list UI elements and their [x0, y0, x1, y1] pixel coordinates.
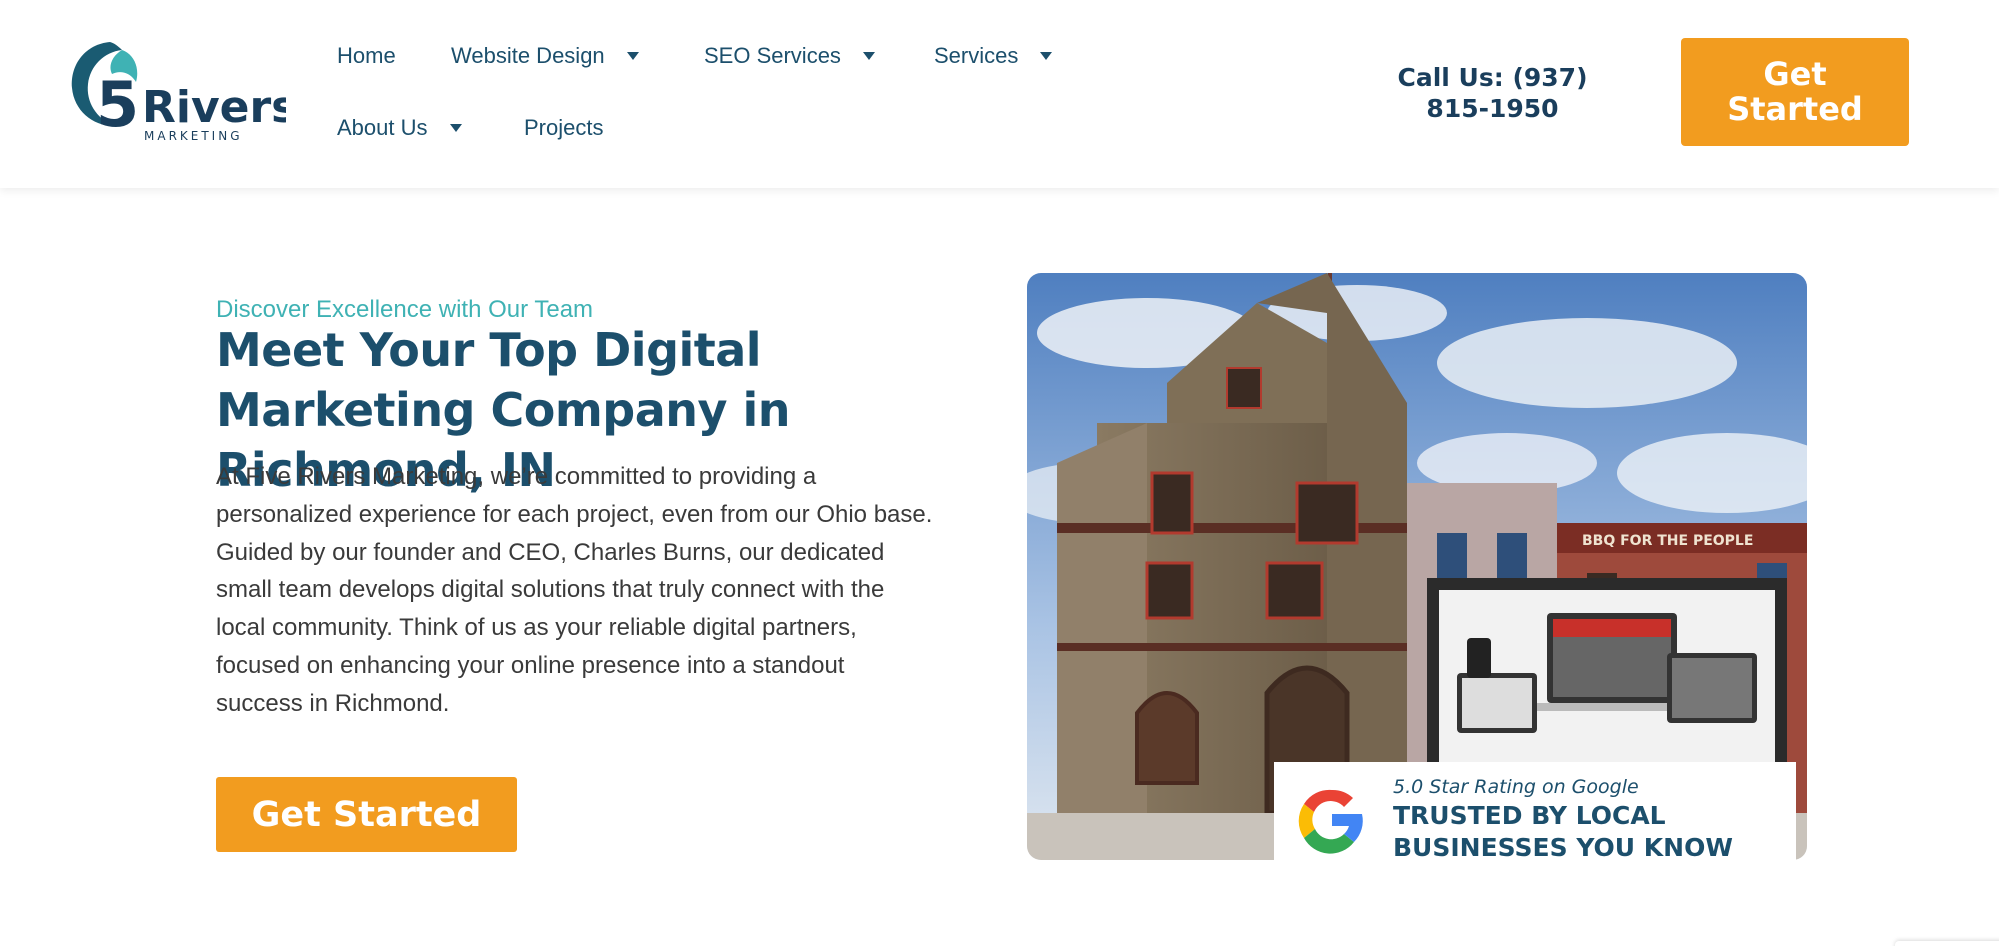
caret-down-icon: [626, 52, 639, 60]
nav-about-us[interactable]: About Us: [337, 115, 462, 141]
hero-body-line: local community. Think of us as your rel…: [216, 614, 857, 642]
hero-get-started-button[interactable]: Get Started: [216, 777, 517, 852]
header-cta-line2: Started: [1727, 90, 1863, 128]
hero-body-line: focused on enhancing your online presenc…: [216, 651, 845, 679]
nav-projects-label: Projects: [524, 115, 604, 140]
phone-number: 815-1950: [1426, 94, 1559, 123]
caret-down-icon: [449, 124, 462, 132]
hero-body-line: Guided by our founder and CEO, Charles B…: [216, 538, 885, 566]
hero-body-line: small team develops digital solutions th…: [216, 576, 885, 604]
svg-text:Rivers: Rivers: [142, 82, 286, 133]
caret-down-icon: [1040, 52, 1053, 60]
nav-seo-services-label: SEO Services: [704, 43, 841, 68]
nav-services-label: Services: [934, 43, 1019, 68]
google-rating-badge: 5.0 Star Rating on Google TRUSTED BY LOC…: [1274, 762, 1796, 862]
nav-website-design[interactable]: Website Design: [451, 43, 639, 69]
hero-body-line: success in Richmond.: [216, 689, 450, 717]
recaptcha-tab[interactable]: [1895, 941, 1999, 946]
logo-mark-icon: 5 Rivers MARKETING: [71, 42, 297, 143]
header-cta-line1: Get: [1763, 55, 1827, 93]
svg-text:MARKETING: MARKETING: [144, 129, 243, 142]
google-g-icon: [1298, 789, 1363, 854]
phone-area-code: (937): [1512, 63, 1588, 92]
trusted-line: BUSINESSES YOU KNOW: [1393, 833, 1733, 862]
nav-home[interactable]: Home: [337, 43, 396, 69]
rating-text: 5.0 Star Rating on Google: [1393, 776, 1639, 798]
nav-services[interactable]: Services: [934, 43, 1053, 69]
svg-text:5: 5: [96, 68, 139, 141]
hero-body-line: At Five Rivers Marketing, we’re committe…: [216, 463, 817, 490]
header-get-started-button[interactable]: Get Started: [1681, 38, 1909, 146]
call-us-link[interactable]: Call Us: (937) 815-1950: [1380, 62, 1605, 124]
nav-projects[interactable]: Projects: [524, 115, 603, 141]
caret-down-icon: [862, 52, 875, 60]
hero-body-line: personalized experience for each project…: [216, 500, 933, 528]
five-rivers-logo[interactable]: 5 Rivers MARKETING: [66, 38, 297, 143]
call-us-prefix: Call Us:: [1397, 63, 1504, 92]
hero-body: At Five Rivers Marketing, we’re committe…: [216, 458, 996, 723]
nav-home-label: Home: [337, 43, 396, 68]
nav-about-us-label: About Us: [337, 115, 428, 140]
nav-seo-services[interactable]: SEO Services: [704, 43, 875, 69]
trusted-line: TRUSTED BY LOCAL: [1393, 801, 1666, 830]
trusted-text: TRUSTED BY LOCAL BUSINESSES YOU KNOW: [1393, 800, 1793, 864]
site-header: 5 Rivers MARKETING Home Website Design S…: [0, 0, 1999, 188]
svg-text:BBQ FOR THE PEOPLE: BBQ FOR THE PEOPLE: [1582, 533, 1753, 549]
nav-website-design-label: Website Design: [451, 43, 605, 68]
